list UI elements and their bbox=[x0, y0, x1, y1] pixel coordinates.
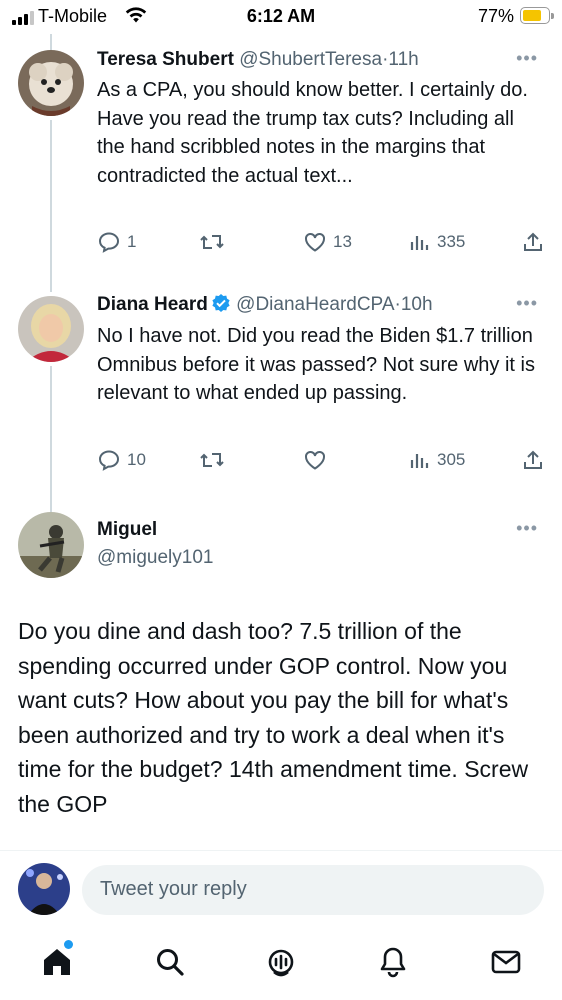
reply-button[interactable]: 1 bbox=[97, 230, 136, 254]
author-handle[interactable]: @ShubertTeresa bbox=[239, 49, 382, 70]
carrier-name: T-Mobile bbox=[38, 6, 108, 26]
battery-icon bbox=[520, 7, 554, 24]
author-name[interactable]: Diana Heard bbox=[97, 294, 208, 315]
views-button[interactable]: 305 bbox=[409, 448, 465, 472]
retweet-icon bbox=[199, 448, 225, 472]
views-icon bbox=[409, 230, 431, 254]
views-icon bbox=[409, 448, 431, 472]
tweet-actions: 1 13 335 bbox=[97, 230, 547, 256]
dog-avatar-icon[interactable] bbox=[18, 50, 84, 116]
woman-avatar-icon[interactable] bbox=[18, 296, 84, 362]
tweet-text: As a CPA, you should know better. I cert… bbox=[97, 79, 528, 187]
main-author-handle-row: @miguely101 bbox=[97, 546, 213, 570]
main-author-name-row: Miguel bbox=[97, 518, 157, 542]
share-button[interactable] bbox=[521, 230, 545, 254]
tweet-actions: 10 305 bbox=[97, 448, 547, 474]
share-button[interactable] bbox=[521, 448, 545, 472]
messages-icon[interactable] bbox=[489, 945, 523, 984]
cellular-signal-icon bbox=[12, 11, 34, 25]
new-content-dot bbox=[64, 940, 73, 949]
tweet-time: 11h bbox=[388, 49, 419, 70]
views-button[interactable]: 335 bbox=[409, 230, 465, 254]
reply-placeholder: Tweet your reply bbox=[100, 878, 247, 900]
view-count: 305 bbox=[437, 450, 466, 469]
reply-count: 1 bbox=[127, 232, 137, 251]
spaces-icon[interactable] bbox=[264, 945, 298, 984]
notifications-icon[interactable] bbox=[376, 945, 410, 984]
heart-icon bbox=[303, 230, 327, 254]
thread-line bbox=[50, 366, 52, 512]
tweet-text: No I have not. Did you read the Biden $1… bbox=[97, 325, 535, 404]
more-options-icon[interactable]: ••• bbox=[516, 293, 538, 314]
share-icon bbox=[521, 230, 545, 254]
reply-input[interactable]: Tweet your reply bbox=[82, 865, 544, 915]
user-avatar-icon[interactable] bbox=[18, 863, 70, 915]
search-icon[interactable] bbox=[153, 945, 187, 984]
view-count: 335 bbox=[437, 232, 466, 251]
status-bar: T-Mobile 6:12 AM 77% bbox=[0, 0, 562, 34]
heart-icon bbox=[303, 448, 327, 472]
author-name[interactable]: Miguel bbox=[97, 519, 157, 540]
main-tweet-text: Do you dine and dash too? 7.5 trillion o… bbox=[18, 618, 529, 817]
reply-button[interactable]: 10 bbox=[97, 448, 146, 472]
battery-percentage: 77% bbox=[477, 6, 514, 26]
like-button[interactable] bbox=[303, 448, 327, 472]
verified-badge-icon bbox=[211, 293, 231, 320]
author-handle[interactable]: @miguely101 bbox=[97, 547, 213, 568]
author-handle[interactable]: @DianaHeardCPA bbox=[236, 294, 394, 315]
tweet-header: Diana Heard @DianaHeardCPA·10h bbox=[97, 293, 433, 320]
retweet-button[interactable] bbox=[199, 230, 225, 254]
retweet-icon bbox=[199, 230, 225, 254]
more-options-icon[interactable]: ••• bbox=[516, 48, 538, 69]
retweet-button[interactable] bbox=[199, 448, 225, 472]
author-name[interactable]: Teresa Shubert bbox=[97, 49, 234, 70]
thread-line bbox=[50, 120, 52, 292]
divider bbox=[0, 850, 562, 851]
home-icon[interactable] bbox=[40, 945, 74, 984]
like-button[interactable]: 13 bbox=[303, 230, 352, 254]
wifi-icon bbox=[124, 6, 148, 29]
tweet-time: 10h bbox=[400, 294, 433, 315]
more-options-icon[interactable]: ••• bbox=[516, 518, 538, 539]
share-icon bbox=[521, 448, 545, 472]
bottom-tab-bar bbox=[0, 935, 562, 1000]
like-count: 13 bbox=[333, 232, 352, 251]
reply-icon bbox=[97, 448, 121, 472]
tweet-header: Teresa Shubert @ShubertTeresa·11h bbox=[97, 49, 419, 70]
reply-icon bbox=[97, 230, 121, 254]
reply-count: 10 bbox=[127, 450, 146, 469]
soldier-avatar-icon[interactable] bbox=[18, 512, 84, 578]
